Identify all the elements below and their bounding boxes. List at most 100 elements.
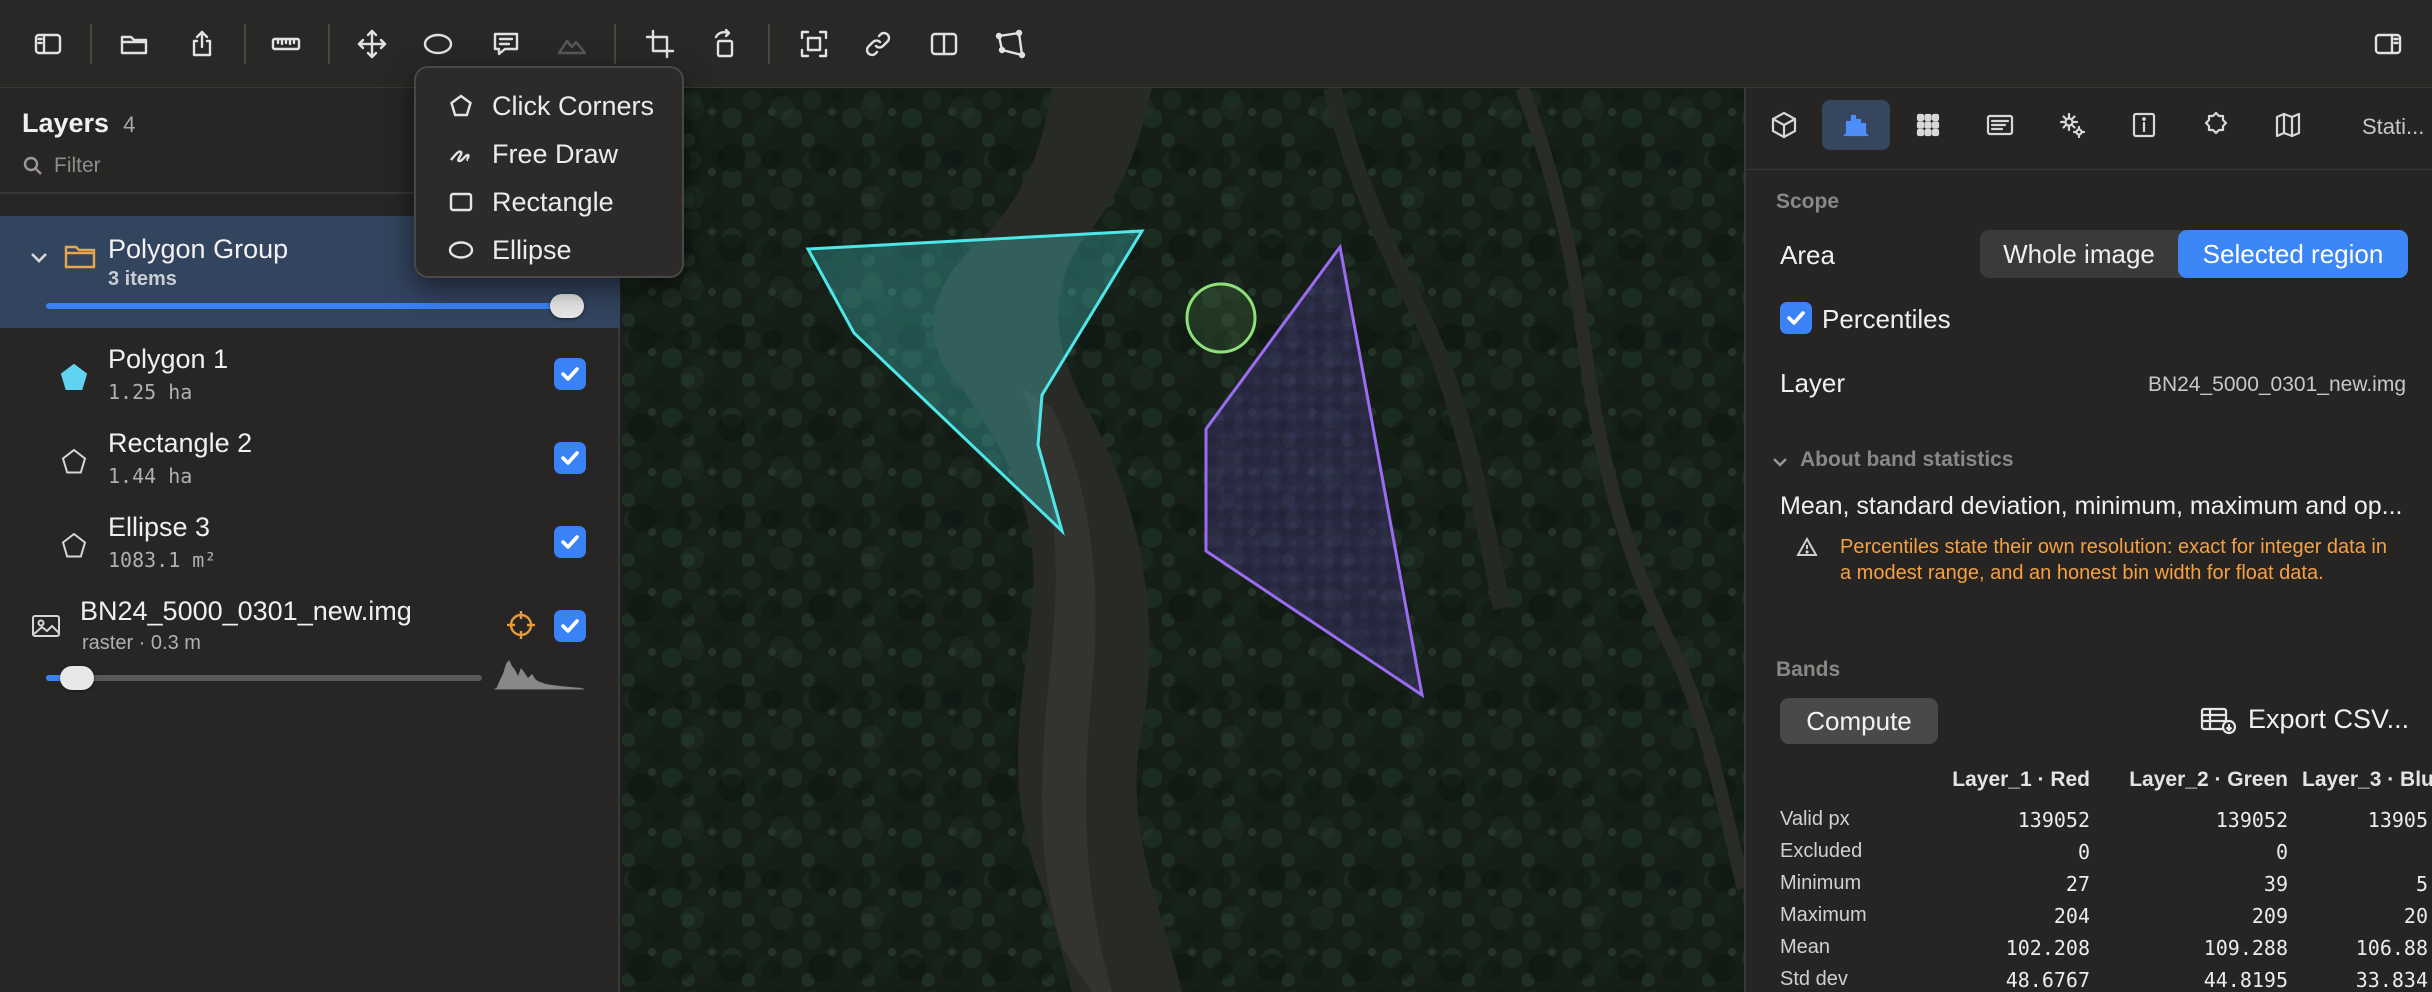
stats-cell: 13905 [2367, 808, 2428, 832]
tab-statistics-icon[interactable] [1822, 100, 1890, 150]
column-header: Layer_3 · Blu [2302, 768, 2432, 791]
pentagon-outline-icon [58, 530, 90, 562]
tab-badge-icon[interactable] [2182, 100, 2250, 150]
layer-row[interactable]: Polygon 1 1.25 ha [0, 332, 620, 416]
stats-cell: 209 [2251, 904, 2288, 928]
stats-cell: 106.88 [2355, 936, 2428, 960]
link-icon[interactable] [856, 22, 900, 66]
layer-visibility-checkbox[interactable] [554, 358, 586, 390]
ellipse-3-shape[interactable] [1185, 282, 1257, 354]
inspector-panel: Stati... Scope Area Whole image Selected… [1744, 88, 2432, 992]
distort-icon[interactable] [988, 22, 1032, 66]
pentagon-filled-icon [58, 362, 90, 394]
histogram-thumbnail [494, 650, 584, 690]
tab-map-icon[interactable] [2254, 100, 2322, 150]
filter-input[interactable]: Filter [54, 154, 101, 178]
stats-cell: 102.208 [2005, 936, 2090, 960]
image-icon [30, 610, 62, 642]
stats-cell: 27 [2065, 872, 2090, 896]
about-description: Mean, standard deviation, minimum, maxim… [1780, 492, 2403, 520]
raster-opacity-knob[interactable] [60, 666, 94, 690]
raster-opacity-slider[interactable] [46, 675, 482, 681]
map-canvas[interactable] [622, 88, 1744, 992]
warning-icon [1796, 536, 1818, 558]
area-segmented-control[interactable]: Whole image Selected region [1980, 230, 2408, 278]
stats-cell: 20 [2403, 904, 2428, 928]
stats-cell: 33.834 [2355, 968, 2428, 992]
stats-row-label: Valid px [1780, 808, 1850, 830]
layer-name: Polygon 1 [108, 344, 229, 374]
folder-icon[interactable] [112, 22, 156, 66]
move-icon[interactable] [350, 22, 394, 66]
layer-value[interactable]: BN24_5000_0301_new.img [2144, 373, 2406, 397]
scope-section-label: Scope [1776, 190, 1840, 213]
ellipse-icon[interactable] [416, 22, 460, 66]
freehand-icon [450, 150, 470, 163]
tab-list-icon[interactable] [1966, 100, 2034, 150]
menu-item-ellipse[interactable]: Ellipse [416, 226, 682, 274]
menu-item-label: Ellipse [492, 234, 572, 265]
menu-item-label: Click Corners [492, 90, 655, 121]
chevron-down-icon[interactable] [1770, 452, 1790, 472]
inspector-tabs: Stati... [1746, 88, 2432, 170]
stats-cell: 44.8195 [2203, 968, 2288, 992]
toolbar [0, 0, 2432, 88]
filter-field[interactable]: Filter [22, 154, 101, 178]
ruler-icon[interactable] [264, 22, 308, 66]
ellipse-icon [448, 241, 474, 259]
group-opacity-knob[interactable] [550, 294, 584, 318]
terrain-icon [550, 22, 594, 66]
rotate-icon[interactable] [704, 22, 748, 66]
shape-tool-dropdown: Click Corners Free Draw Rectangle Ellips… [414, 66, 684, 278]
raster-name: BN24_5000_0301_new.img [80, 596, 412, 626]
menu-item-label: Free Draw [492, 138, 619, 169]
percentiles-checkbox[interactable] [1780, 302, 1812, 334]
compute-button[interactable]: Compute [1780, 698, 1938, 744]
map-view[interactable] [622, 88, 1744, 992]
fit-icon[interactable] [792, 22, 836, 66]
stats-cell: 0 [2077, 840, 2090, 864]
about-band-statistics-toggle[interactable]: About band statistics [1800, 448, 2014, 472]
group-name: Polygon Group [108, 234, 289, 264]
pentagon-outline-icon [58, 446, 90, 478]
group-opacity-slider[interactable] [46, 303, 584, 309]
sidebar-left-icon[interactable] [26, 22, 70, 66]
tab-settings-icon[interactable] [2038, 100, 2106, 150]
segment-selected-region[interactable]: Selected region [2178, 230, 2408, 278]
percentile-warning: Percentiles state their own resolution: … [1840, 536, 2387, 584]
stats-cell: 48.6767 [2005, 968, 2090, 992]
stats-cell: 139052 [2215, 808, 2288, 832]
stats-cell: 39 [2263, 872, 2288, 896]
layer-visibility-checkbox[interactable] [554, 610, 586, 642]
layer-row[interactable]: Ellipse 3 1083.1 m² [0, 500, 620, 584]
split-view-icon[interactable] [922, 22, 966, 66]
menu-item-click-corners[interactable]: Click Corners [416, 82, 682, 130]
rectangle-icon [449, 192, 473, 212]
menu-item-free-draw[interactable]: Free Draw [416, 130, 682, 178]
export-csv-button[interactable]: Export CSV... [2200, 704, 2409, 735]
menu-item-label: Rectangle [492, 186, 614, 217]
stats-cell: 5 [2415, 872, 2428, 896]
tab-grid-icon[interactable] [1894, 100, 1962, 150]
export-csv-label: Export CSV... [2248, 704, 2410, 734]
stats-row-label: Minimum [1780, 872, 1862, 894]
layer-label: Layer [1780, 368, 1846, 398]
layer-visibility-checkbox[interactable] [554, 526, 586, 558]
tab-3d-icon[interactable] [1750, 100, 1818, 150]
layer-visibility-checkbox[interactable] [554, 442, 586, 474]
comment-icon[interactable] [484, 22, 528, 66]
chevron-down-icon[interactable] [28, 246, 50, 268]
share-icon[interactable] [180, 22, 224, 66]
layer-area: 1.25 ha [108, 380, 193, 404]
folder-icon [62, 238, 98, 274]
layer-row[interactable]: Rectangle 2 1.44 ha [0, 416, 620, 500]
sidebar-right-icon[interactable] [2366, 22, 2410, 66]
tab-info-icon[interactable] [2110, 100, 2178, 150]
crosshair-icon[interactable] [504, 608, 538, 642]
tab-statistics-label[interactable]: Stati... [2362, 114, 2424, 140]
percentiles-label: Percentiles [1822, 304, 1951, 334]
segment-whole-image[interactable]: Whole image [1980, 230, 2178, 278]
menu-item-rectangle[interactable]: Rectangle [416, 178, 682, 226]
crop-icon[interactable] [638, 22, 682, 66]
raster-layer-row[interactable]: BN24_5000_0301_new.img raster · 0.3 m [0, 584, 620, 704]
